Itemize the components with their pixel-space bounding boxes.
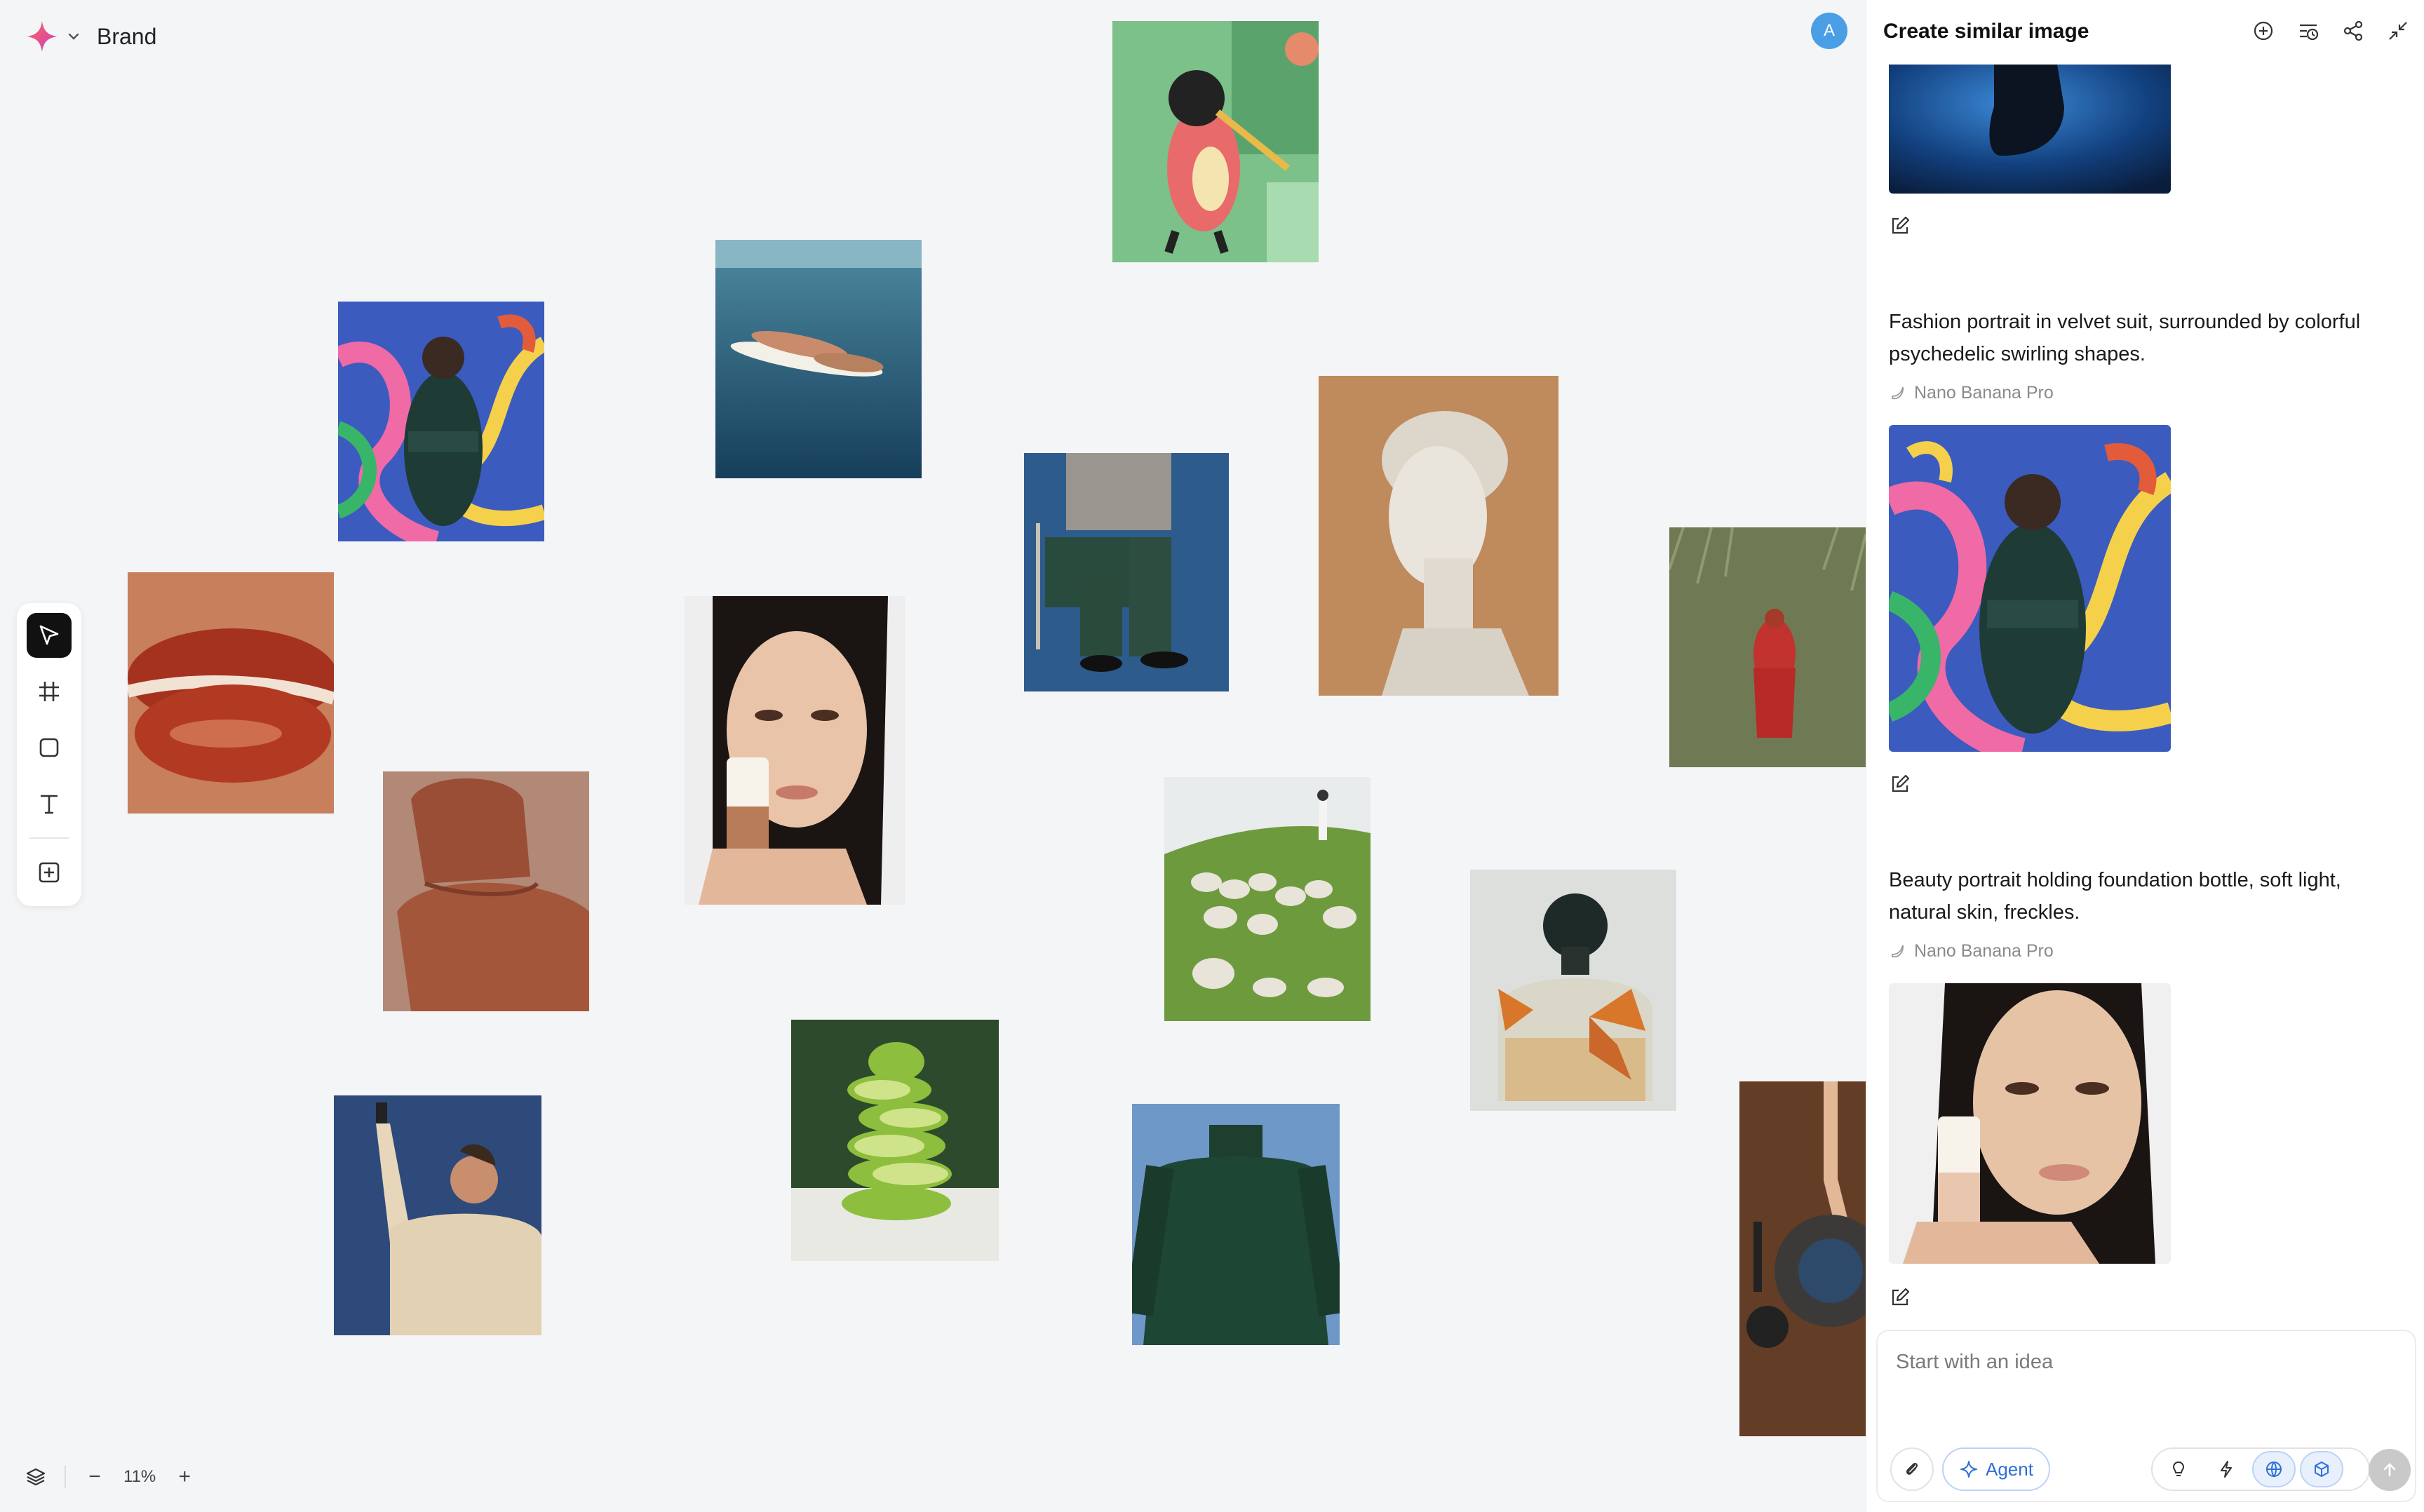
model-label: Nano Banana Pro bbox=[1889, 941, 2054, 961]
chevron-down-icon[interactable] bbox=[66, 29, 81, 44]
rectangle-icon bbox=[39, 738, 59, 757]
canvas-image-red-dress-field[interactable] bbox=[1669, 527, 1866, 767]
zoom-out-button[interactable]: − bbox=[84, 1465, 105, 1489]
banana-icon bbox=[1892, 945, 1904, 957]
canvas-image-red-lips[interactable] bbox=[128, 572, 334, 814]
zoom-bar: − 11% + bbox=[25, 1459, 195, 1495]
canvas-image-beauty-portrait[interactable] bbox=[685, 596, 905, 905]
zoom-bar-divider bbox=[65, 1466, 66, 1488]
zoom-in-button[interactable]: + bbox=[174, 1465, 195, 1489]
history-icon[interactable] bbox=[2296, 18, 2321, 43]
assistant-panel: Fashion portrait in velvet suit, surroun… bbox=[1866, 0, 2424, 1512]
model-name: Nano Banana Pro bbox=[1914, 383, 2054, 403]
edit-icon[interactable] bbox=[1889, 215, 1911, 237]
canvas-image-man-selfie[interactable] bbox=[334, 1095, 541, 1335]
arrow-up-icon bbox=[2383, 1463, 2396, 1477]
canvas-image-cat-trombone[interactable] bbox=[1112, 21, 1319, 262]
canvas-image-chair-person[interactable] bbox=[1024, 453, 1229, 691]
tool-palette bbox=[17, 603, 81, 906]
rectangle-tool[interactable] bbox=[27, 725, 72, 770]
toolbar-divider bbox=[29, 837, 69, 839]
canvas-image-psychedelic-portrait[interactable] bbox=[338, 302, 544, 541]
prompt-text: Beauty portrait holding foundation bottl… bbox=[1889, 869, 2341, 924]
brand-logo-icon bbox=[27, 21, 58, 52]
canvas-image-lime-stack[interactable] bbox=[791, 1020, 999, 1261]
canvas-image-terracotta-chair[interactable] bbox=[383, 771, 589, 1011]
banana-icon bbox=[1892, 386, 1904, 399]
canvas-image-underwater-surfer[interactable] bbox=[715, 240, 922, 478]
canvas[interactable]: Brand − 11% + A bbox=[0, 0, 1866, 1512]
panel-header-actions bbox=[2251, 18, 2411, 43]
globe-icon[interactable] bbox=[2252, 1451, 2296, 1487]
send-button[interactable] bbox=[2369, 1449, 2411, 1491]
panel-title: Create similar image bbox=[1883, 20, 2089, 43]
text-icon bbox=[41, 795, 58, 814]
edit-icon[interactable] bbox=[1889, 773, 1911, 795]
canvas-image-bowl-table[interactable] bbox=[1739, 1081, 1866, 1436]
layers-icon[interactable] bbox=[25, 1466, 46, 1487]
zoom-level[interactable]: 11% bbox=[123, 1467, 156, 1487]
canvas-image-marble-bust[interactable] bbox=[1319, 376, 1558, 696]
add-icon bbox=[39, 862, 60, 883]
mode-toggle-group bbox=[2151, 1447, 2370, 1491]
canvas-image-green-turtleneck[interactable] bbox=[1132, 1104, 1340, 1345]
new-chat-icon[interactable] bbox=[2251, 18, 2276, 43]
frame-icon bbox=[39, 682, 59, 701]
agent-button-label: Agent bbox=[1986, 1458, 2033, 1480]
avatar[interactable]: A bbox=[1811, 13, 1847, 49]
generated-image[interactable] bbox=[1889, 425, 2171, 752]
cube-icon[interactable] bbox=[2300, 1451, 2343, 1487]
lightning-icon[interactable] bbox=[2204, 1451, 2248, 1487]
prompt-text: Fashion portrait in velvet suit, surroun… bbox=[1889, 311, 2361, 365]
generated-image-previous[interactable] bbox=[1889, 65, 2171, 194]
lightbulb-icon[interactable] bbox=[2157, 1451, 2200, 1487]
add-tool[interactable] bbox=[27, 850, 72, 895]
sparkle-icon bbox=[1960, 1461, 1977, 1478]
prompt-input[interactable]: Start with an idea bbox=[1896, 1351, 2053, 1374]
text-tool[interactable] bbox=[27, 781, 72, 826]
select-icon bbox=[39, 625, 59, 645]
model-name: Nano Banana Pro bbox=[1914, 941, 2054, 961]
panel-header: Create similar image bbox=[1866, 0, 2424, 65]
edit-icon[interactable] bbox=[1889, 1286, 1911, 1309]
frame-tool[interactable] bbox=[27, 669, 72, 714]
paperclip-icon bbox=[1906, 1462, 1918, 1475]
generated-image[interactable] bbox=[1889, 983, 2171, 1264]
agent-button[interactable]: Agent bbox=[1942, 1447, 2050, 1491]
select-tool[interactable] bbox=[27, 613, 72, 658]
brand-name: Brand bbox=[97, 23, 157, 49]
canvas-image-sheep-hill[interactable] bbox=[1164, 777, 1371, 1021]
collapse-icon[interactable] bbox=[2385, 18, 2411, 43]
attach-button[interactable] bbox=[1890, 1447, 1934, 1491]
model-label: Nano Banana Pro bbox=[1889, 383, 2054, 403]
canvas-image-perfume-butterflies[interactable] bbox=[1470, 870, 1676, 1111]
prompt-input-box: Start with an idea Agent bbox=[1876, 1330, 2416, 1502]
share-icon[interactable] bbox=[2341, 18, 2366, 43]
brand-menu[interactable]: Brand bbox=[25, 20, 156, 53]
